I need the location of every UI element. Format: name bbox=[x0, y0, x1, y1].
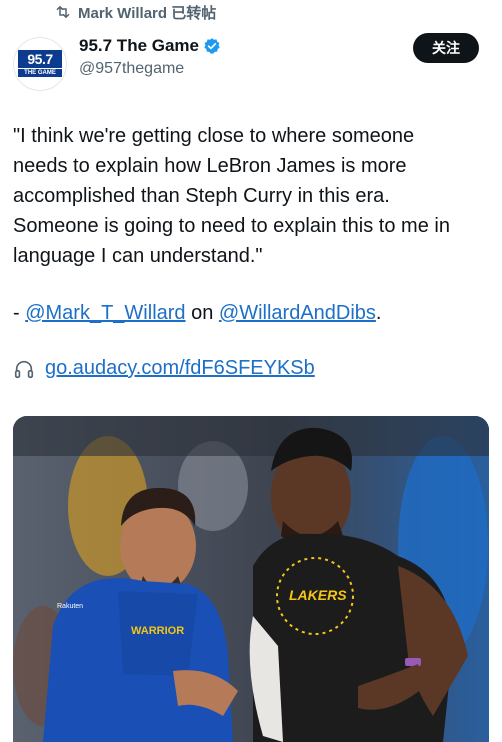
follow-button[interactable]: 关注 bbox=[413, 33, 479, 63]
audacy-url-link[interactable]: go.audacy.com/fdF6SFEYKSb bbox=[45, 357, 315, 380]
credit-suffix: . bbox=[375, 302, 382, 324]
repost-icon bbox=[56, 5, 70, 19]
author-display-name[interactable]: 95.7 The Game bbox=[79, 36, 199, 56]
tweet-photo[interactable]: WARRIOR Rakuten LAKERS bbox=[13, 416, 489, 742]
audio-link-row[interactable]: go.audacy.com/fdF6SFEYKSb bbox=[13, 357, 315, 380]
repost-indicator[interactable]: Mark Willard 已转帖 bbox=[54, 2, 216, 22]
avatar[interactable]: 95.7 THE GAME bbox=[13, 37, 67, 91]
left-patch-text: Rakuten bbox=[57, 603, 83, 610]
right-jersey-text: LAKERS bbox=[289, 587, 347, 603]
tweet-line: accomplished than Steph Curry in this er… bbox=[13, 185, 390, 207]
author-block: 95.7 The Game @957thegame bbox=[79, 36, 221, 78]
tweet-line: Someone is going to need to explain this… bbox=[13, 215, 450, 237]
tweet-line: language I can understand." bbox=[13, 245, 263, 267]
station-logo: 95.7 bbox=[18, 50, 62, 68]
tweet-text: "I think we're getting close to where so… bbox=[13, 121, 483, 271]
photo-illustration: WARRIOR Rakuten LAKERS bbox=[13, 416, 489, 742]
verified-badge-icon bbox=[204, 38, 220, 54]
headphones-icon bbox=[14, 360, 34, 378]
left-jersey-text: WARRIOR bbox=[131, 625, 184, 637]
station-logo-sub: THE GAME bbox=[18, 69, 62, 77]
tweet-credit: - @Mark_T_Willard on @WillardAndDibs. bbox=[13, 298, 381, 328]
credit-prefix: - bbox=[13, 302, 26, 324]
mention-link-willard-and-dibs[interactable]: @WillardAndDibs bbox=[219, 302, 376, 324]
mention-link-mark-willard[interactable]: @Mark_T_Willard bbox=[25, 302, 185, 324]
tweet-line: needs to explain how LeBron James is mor… bbox=[13, 155, 407, 177]
author-handle[interactable]: @957thegame bbox=[79, 60, 221, 78]
tweet-line: "I think we're getting close to where so… bbox=[13, 125, 415, 147]
repost-text: Mark Willard 已转帖 bbox=[78, 4, 217, 22]
credit-middle: on bbox=[185, 302, 219, 324]
